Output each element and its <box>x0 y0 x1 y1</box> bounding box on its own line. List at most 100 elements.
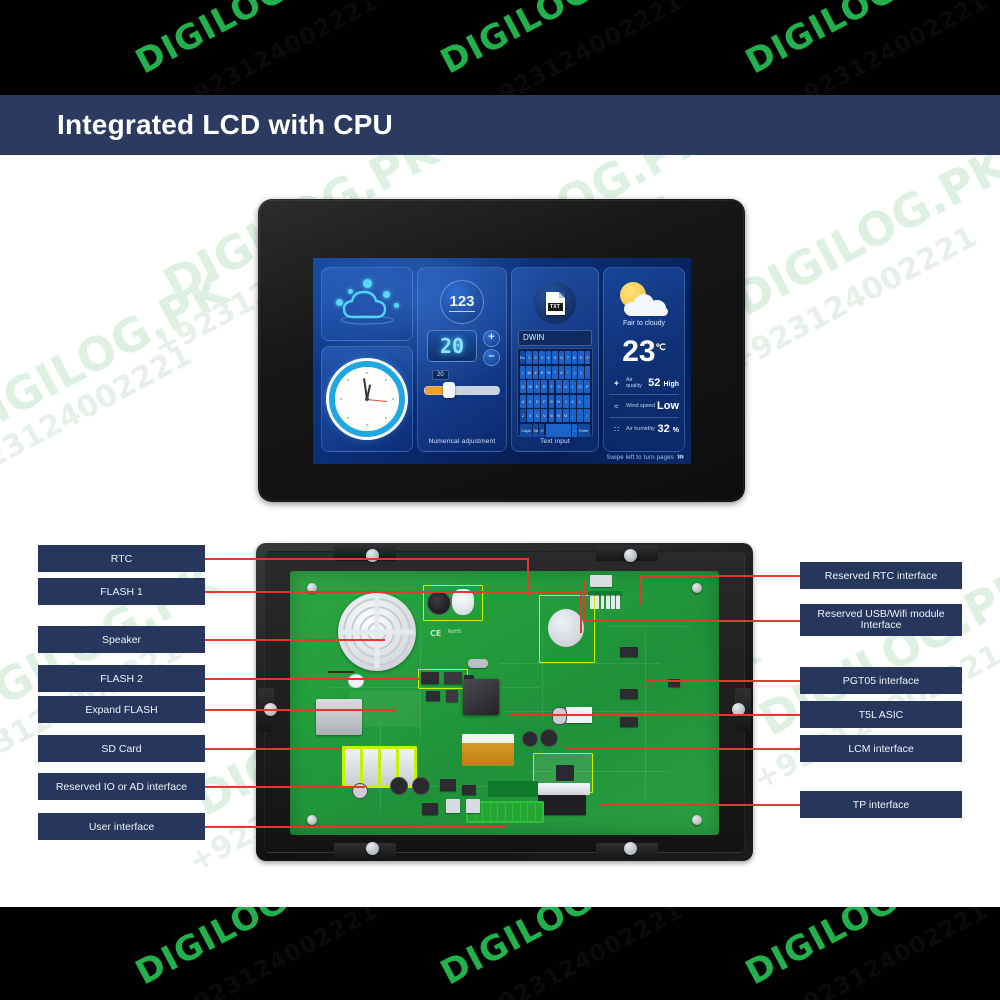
humidity-icon: ∷ <box>613 424 620 434</box>
pcb-board: CE RoHS <box>290 571 719 835</box>
cloud-icon <box>624 294 670 316</box>
t5l-asic-chip <box>463 679 499 715</box>
callout-speaker[interactable]: Speaker <box>38 626 205 653</box>
numeric-value-display: 20 <box>427 330 477 362</box>
weather-row-value: Low <box>657 400 679 412</box>
keyboard-row: Esc1234567890 <box>520 351 590 364</box>
watermark-brand: DIGILOG.PK <box>0 262 237 452</box>
callout-sd-card[interactable]: SD Card <box>38 735 205 762</box>
screw-icon <box>624 549 637 562</box>
keyboard-row: Z X C V B N M,. / <box>520 409 591 423</box>
leader-line <box>205 639 385 641</box>
silk-ce-mark: CE <box>430 629 442 638</box>
text-input-field[interactable]: DWIN <box>518 330 592 346</box>
onscreen-keyboard[interactable]: Esc1234567890 !@#$%^&*()- QWERTYUIOP ASD… <box>517 348 593 437</box>
keyboard-row: CapsTab⏎ ←Enter <box>520 423 590 437</box>
pgt05-pin-header <box>590 593 620 609</box>
decrement-button[interactable]: – <box>483 349 500 366</box>
capacitor <box>540 729 558 747</box>
leader-line <box>640 575 642 605</box>
leader-line <box>205 709 395 711</box>
lcm-ffc-connector <box>462 734 514 766</box>
screw-icon <box>692 583 702 593</box>
weather-row: ∷ Air humidity 32 % <box>609 417 679 440</box>
weather-row-label: Air humidity <box>626 426 655 432</box>
leaf-icon: ✦ <box>613 378 620 388</box>
weather-row-label: Wind speed <box>626 403 656 409</box>
callout-expand-flash[interactable]: Expand FLASH <box>38 696 205 723</box>
leader-line <box>583 620 800 622</box>
weather-metrics: ✦ Air quality 52 High ≈ Wind speed Low ∷… <box>609 372 679 440</box>
weather-row: ≈ Wind speed Low <box>609 394 679 417</box>
keyboard-row: QWERTYUIOP <box>520 380 591 394</box>
callout-t5l-asic[interactable]: T5L ASIC <box>800 701 962 728</box>
leader-line <box>640 575 800 577</box>
callout-pgt05-interface[interactable]: PGT05 interface <box>800 667 962 694</box>
callout-reserved-io-ad[interactable]: Reserved IO or AD interface <box>38 773 205 800</box>
cloud-dots-icon <box>331 277 403 325</box>
leader-line <box>583 580 585 620</box>
callout-tp-interface[interactable]: TP interface <box>800 791 962 818</box>
panel-caption-text: Text input <box>540 438 570 445</box>
value-slider[interactable] <box>424 386 500 395</box>
leader-line <box>205 786 365 788</box>
weather-temperature: 23℃ <box>622 335 666 368</box>
screw-icon <box>692 815 702 825</box>
silk-rohs-mark: RoHS <box>448 629 462 635</box>
page-title: Integrated LCD with CPU <box>57 109 393 140</box>
io-chip <box>466 799 480 813</box>
io-chip <box>446 799 460 813</box>
smd-chip <box>620 717 638 727</box>
callout-reserved-usb-wifi[interactable]: Reserved USB/Wifi module Interface <box>800 604 962 636</box>
header-pad <box>588 591 622 595</box>
callout-rtc[interactable]: RTC <box>38 545 205 572</box>
leader-line <box>205 678 420 680</box>
txt-file-icon: TXT <box>534 282 576 324</box>
coin-cell <box>548 609 584 647</box>
callout-reserved-rtc-interface[interactable]: Reserved RTC interface <box>800 562 962 589</box>
buzzer-component <box>427 591 451 615</box>
flash1-chip <box>446 690 458 702</box>
analog-clock-icon <box>329 361 405 437</box>
weather-row-value: 32 % <box>657 423 679 435</box>
screw-icon <box>307 815 317 825</box>
tp-connector-body <box>538 795 586 815</box>
callout-flash-1[interactable]: FLASH 1 <box>38 578 205 605</box>
capacitor <box>412 777 430 795</box>
panel-numerical-adjustment[interactable]: 123 20 + – 20 Numerical adjustment <box>417 267 507 452</box>
panel-analog-clock[interactable] <box>321 346 413 452</box>
panel-weather[interactable]: Fair to cloudy 23℃ ✦ Air quality 52 High… <box>603 267 685 452</box>
flash1-chip <box>426 691 440 701</box>
leader-line <box>205 558 528 560</box>
leader-line <box>205 591 581 593</box>
io-chip <box>422 803 438 815</box>
flash2-chip <box>444 672 462 684</box>
callout-lcm-interface[interactable]: LCM interface <box>800 735 962 762</box>
wind-icon: ≈ <box>614 401 619 411</box>
leader-line <box>645 680 800 682</box>
keyboard-row: ! @ # $% ^ & *() - <box>520 365 590 379</box>
keyboard-row: A S D F G H J K L; <box>520 394 591 408</box>
rtc-crystal <box>468 659 488 668</box>
slider-thumb[interactable] <box>442 382 455 398</box>
letterbox-top: DIGILOG.PK +923124002221 DIGILOG.PK +923… <box>0 0 1000 95</box>
lcd-module-front: 123 20 + – 20 Numerical adjustment TXT D… <box>258 199 745 502</box>
reserved-rtc-header <box>590 575 612 587</box>
mount-tab <box>334 843 396 859</box>
panel-text-input[interactable]: TXT DWIN Esc1234567890 !@#$%^&*()- QWERT… <box>511 267 599 452</box>
weather-row-label: Air quality <box>626 377 642 389</box>
capacitor <box>452 589 474 615</box>
callout-user-interface[interactable]: User interface <box>38 813 205 840</box>
smd-chip <box>440 779 456 791</box>
callout-flash-2[interactable]: FLASH 2 <box>38 665 205 692</box>
increment-button[interactable]: + <box>483 330 500 347</box>
weather-row: ✦ Air quality 52 High <box>609 372 679 394</box>
capacitor <box>390 777 408 795</box>
panel-cloud-icon[interactable] <box>321 267 413 341</box>
header-band: Integrated LCD with CPU <box>0 95 1000 155</box>
letterbox-bottom: DIGILOG.PK +923124002221 DIGILOG.PK +923… <box>0 907 1000 1000</box>
weather-condition: Fair to cloudy <box>622 320 666 327</box>
tp-ffc-connector <box>538 783 590 795</box>
leader-line <box>565 748 800 750</box>
leader-line <box>600 804 800 806</box>
